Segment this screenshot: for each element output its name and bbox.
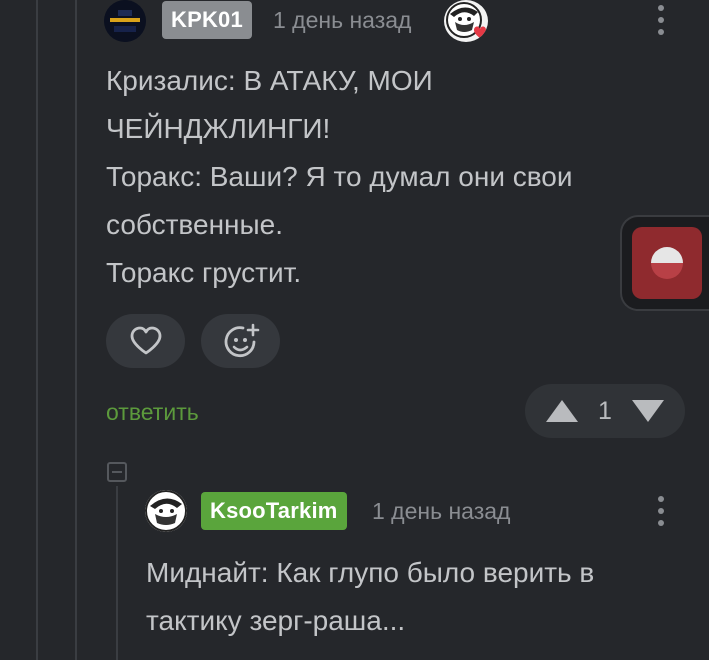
author-name-badge[interactable]: KsooTarkim: [201, 492, 347, 530]
author-name-badge[interactable]: KPK01: [162, 1, 252, 39]
comment-line: собственные.: [106, 209, 283, 240]
comment-body: Кризалис: В АТАКУ, МОИ ЧЕЙНДЖЛИНГИ! Тора…: [106, 57, 573, 297]
comment-line: Миднайт: Как глупо было верить в: [146, 557, 595, 588]
thread-line[interactable]: [75, 0, 77, 660]
comment-line: Торакс грустит.: [106, 257, 302, 288]
comment-menu-icon[interactable]: [646, 491, 676, 531]
reply-link[interactable]: ответить: [106, 399, 199, 426]
floating-action-button[interactable]: [632, 227, 702, 299]
comment-body: Миднайт: Как глупо было верить в тактику…: [146, 549, 594, 645]
collapse-thread-icon[interactable]: [107, 462, 127, 482]
heart-icon: [130, 326, 161, 355]
add-reaction-button[interactable]: [201, 314, 280, 368]
rating-control: 1: [525, 384, 685, 438]
smiley-plus-icon: [224, 323, 259, 358]
comment-timestamp[interactable]: 1 день назад: [372, 498, 510, 525]
award-icon[interactable]: [444, 0, 488, 42]
author-avatar[interactable]: [104, 0, 146, 42]
comment-line: Кризалис: В АТАКУ, МОИ: [106, 65, 433, 96]
thread-line[interactable]: [36, 0, 38, 660]
rating-value: 1: [598, 396, 612, 425]
comment-line: Торакс: Ваши? Я то думал они свои: [106, 161, 573, 192]
triangle-down-icon[interactable]: [631, 398, 665, 424]
comment-line: ЧЕЙНДЖЛИНГИ!: [106, 113, 331, 144]
comment-timestamp[interactable]: 1 день назад: [273, 7, 411, 34]
triangle-up-icon[interactable]: [545, 398, 579, 424]
author-avatar[interactable]: [145, 490, 187, 532]
comments-page: KPK01 1 день назад Кризалис: В АТАКУ, МО…: [0, 0, 709, 660]
half-circle-icon: [651, 247, 683, 279]
comment-line: тактику зерг-раша...: [146, 605, 406, 636]
comment-menu-icon[interactable]: [646, 0, 676, 40]
like-button[interactable]: [106, 314, 185, 368]
thread-line[interactable]: [116, 486, 118, 660]
